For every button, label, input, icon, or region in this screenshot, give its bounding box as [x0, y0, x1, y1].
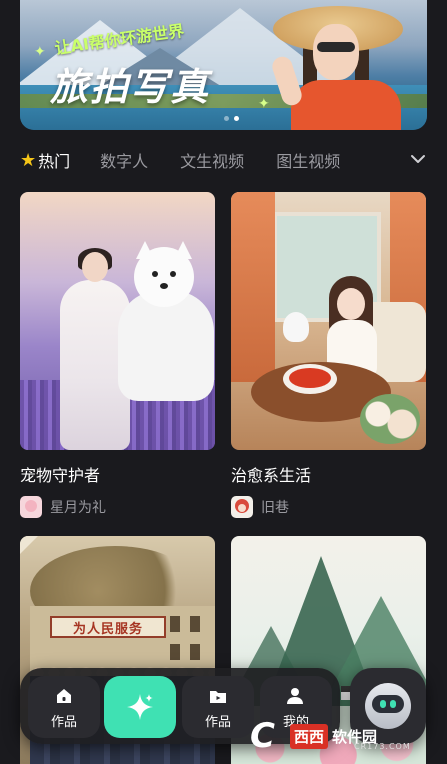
tab-label: 数字人: [100, 152, 149, 171]
building-window: [170, 616, 180, 632]
tab-digital-human[interactable]: 数字人: [100, 148, 148, 172]
dog-nose: [160, 283, 168, 289]
watermark-logo: C: [250, 716, 275, 756]
curtain: [231, 192, 275, 382]
tab-label: 热门: [38, 152, 71, 171]
building-window: [190, 616, 200, 632]
building-window: [190, 644, 200, 660]
watermark-brand: 西西: [290, 723, 329, 749]
nav-item-works-2[interactable]: 作品: [182, 676, 254, 738]
dog-eye: [170, 271, 176, 277]
cat: [283, 312, 309, 342]
tab-hot[interactable]: ★ 热门: [20, 148, 70, 172]
create-button[interactable]: [104, 676, 176, 738]
watermark: C 西西 软件园 CR173.COM: [250, 716, 430, 756]
card-title[interactable]: 宠物守护者: [20, 462, 215, 486]
category-tabs: ★ 热门 数字人 文生视频 图生视频: [20, 146, 427, 174]
nav-item-works[interactable]: 作品: [28, 676, 100, 738]
tab-label: 文生视频: [180, 152, 245, 171]
author-name: 星月为礼: [50, 500, 106, 516]
flowers: [360, 394, 420, 444]
arm: [269, 54, 305, 108]
dog-body: [118, 291, 214, 401]
pagination-dot: [224, 116, 229, 121]
star-icon: ★: [20, 149, 37, 171]
avatar: [20, 496, 42, 518]
card-image[interactable]: [231, 192, 426, 450]
author-name: 旧巷: [261, 500, 289, 516]
face: [337, 288, 365, 320]
avatar-face: [238, 504, 246, 512]
robot-eye: [390, 700, 396, 708]
template-card[interactable]: 宠物守护者 星月为礼: [20, 192, 215, 518]
chevron-down-icon[interactable]: [409, 150, 427, 168]
card-image[interactable]: [20, 192, 215, 450]
banner-woman-image: [267, 0, 417, 130]
face: [82, 252, 108, 282]
sign-text: 为人民服务: [72, 621, 143, 637]
dog-head: [134, 247, 194, 307]
folder-icon: [210, 690, 226, 703]
pagination-dot-active: [234, 116, 239, 121]
robot-eye: [380, 700, 386, 708]
home-icon: [57, 688, 71, 703]
dress: [291, 80, 401, 130]
sparkle-icon: [127, 694, 153, 720]
card-author[interactable]: 旧巷: [231, 496, 426, 518]
avatar: [231, 496, 253, 518]
crayfish-dish: [289, 368, 331, 388]
tab-image-to-video[interactable]: 图生视频: [276, 148, 340, 172]
card-author[interactable]: 星月为礼: [20, 496, 215, 518]
face: [313, 24, 359, 80]
watermark-url: CR173.COM: [354, 742, 411, 751]
robot-visor: [372, 695, 404, 713]
tab-text-to-video[interactable]: 文生视频: [180, 148, 244, 172]
building-sign: 为人民服务: [50, 616, 166, 638]
nav-label: 作品: [204, 714, 231, 730]
girl-figure: [323, 276, 383, 376]
card-title[interactable]: 治愈系生活: [231, 462, 426, 486]
dog-eye: [152, 271, 158, 277]
samoyed-dog: [118, 241, 214, 401]
photo-corner-fold: [20, 536, 38, 554]
banner-pagination: [224, 116, 239, 121]
user-icon: [287, 687, 303, 704]
sparkle-icon: ✦: [258, 96, 270, 112]
promo-banner[interactable]: 让AI帮你环游世界 旅拍写真 ✦ ✦: [20, 0, 427, 130]
avatar-shape: [25, 500, 37, 512]
sparkle-icon: ✦: [34, 44, 46, 60]
banner-title: 旅拍写真: [50, 64, 211, 109]
nav-label: 作品: [50, 714, 77, 730]
sunglasses: [317, 42, 355, 52]
template-card[interactable]: 治愈系生活 旧巷: [231, 192, 426, 518]
tab-label: 图生视频: [276, 152, 341, 171]
building-window: [170, 644, 180, 660]
